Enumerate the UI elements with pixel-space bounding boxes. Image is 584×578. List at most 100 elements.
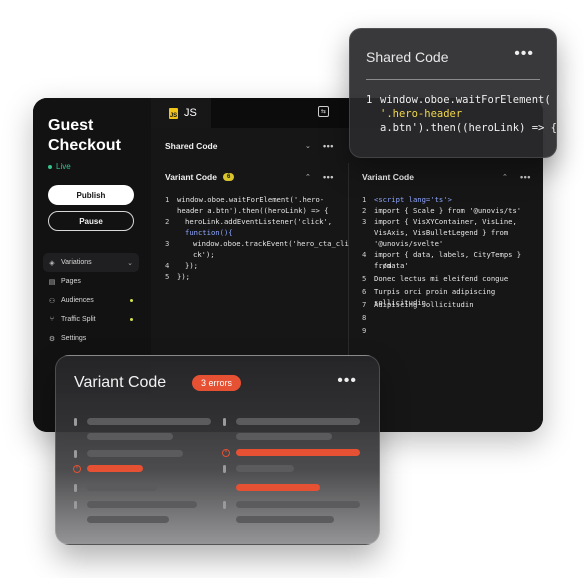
skeleton-line [87,501,197,508]
line-number: 5 [165,272,170,281]
left-code-editor[interactable]: 1 window.oboe.waitForElement('.hero- hea… [165,194,349,294]
split-view-button[interactable]: ⇆ [318,106,329,117]
more-icon[interactable]: ••• [514,45,534,63]
skeleton-line [87,433,173,440]
layers-icon: ◈ [49,259,55,267]
count-badge: 6 [222,173,235,181]
divider [366,79,540,80]
error-icon: × [222,449,230,457]
line-number: 3 [362,217,367,226]
line-marker [74,418,77,426]
split-icon: ⑂ [49,316,55,323]
code-line: }); [177,272,190,281]
line-marker [74,501,77,509]
gear-icon: ⚙ [48,335,56,343]
line-number: 5 [362,274,367,283]
js-file-icon: JS [169,107,178,119]
line-number: 1 [362,195,367,204]
chevron-up-icon[interactable]: ⌃ [305,173,311,181]
sidebar-nav: ◈ Variations ⌄ ▤ Pages ⚇ Audiences ⑂ Tra… [43,253,139,348]
chevron-up-icon[interactable]: ⌃ [502,173,508,181]
line-marker [74,484,77,492]
code-line: a.btn').then((heroLink) => { [380,122,558,134]
skeleton-line [87,516,169,523]
pages-icon: ▤ [48,278,56,286]
section-title: Shared Code [165,141,218,151]
skeleton-line [236,501,360,508]
tab-label: JS [184,107,197,119]
line-number: 1 [366,94,373,106]
code-line: function(){ [185,228,233,237]
line-number: 4 [165,261,170,270]
line-number: 2 [362,206,367,215]
sidebar-item-label: Traffic Split [61,316,96,323]
code-line: window.oboe.waitForElement('.hero- [177,195,325,204]
variant-code-card: Variant Code 3 errors ••• × × [55,355,380,545]
skeleton-line [236,433,332,440]
code-line: <script lang='ts'> [374,195,452,204]
section-title: Variant Code [165,172,217,182]
line-number: 3 [165,239,170,248]
status-badge: Live [48,162,71,171]
error-line [236,449,360,456]
page-title: Guest Checkout [48,116,121,156]
code-line: import { Scale } from '@unovis/ts' [374,206,522,215]
page-title-line1: Guest [48,117,94,134]
code-line: Adipiscing sollicitudin [374,300,474,309]
line-marker [223,501,226,509]
error-icon: × [73,465,81,473]
line-marker [74,450,77,458]
live-dot-icon [48,164,52,169]
more-icon[interactable]: ••• [520,172,531,182]
sidebar-item-audiences[interactable]: ⚇ Audiences [43,291,139,310]
error-line [87,465,143,472]
sidebar-item-traffic-split[interactable]: ⑂ Traffic Split [43,310,139,329]
sidebar-item-label: Pages [61,278,81,285]
code-line: './data' [374,261,409,270]
line-number: 1 [165,195,170,204]
skeleton-line [236,465,294,472]
more-icon[interactable]: ••• [323,141,334,151]
code-line: window.oboe.trackEvent('hero_cta_cli [193,239,349,248]
skeleton-line [87,418,211,425]
code-line: '@unovis/svelte' [374,239,444,248]
code-line: header a.btn').then((heroLink) => { [177,206,329,215]
indicator-dot-icon [130,318,133,321]
skeleton-line [236,418,360,425]
more-icon[interactable]: ••• [337,372,357,390]
sidebar-item-variations[interactable]: ◈ Variations ⌄ [43,253,139,272]
line-number: 4 [362,250,367,259]
skeleton-line [87,484,157,491]
shared-code-header[interactable]: Shared Code ⌄ ••• [165,135,345,157]
line-number: 2 [165,217,170,226]
pause-button[interactable]: Pause [48,211,134,231]
chevron-down-icon[interactable]: ⌄ [305,142,311,150]
line-number: 6 [362,287,367,296]
code-line: window.oboe.waitForElement( [380,94,551,106]
indicator-dot-icon [130,299,133,302]
error-badge[interactable]: 3 errors [192,375,242,391]
chevron-down-icon: ⌄ [127,259,133,267]
card-title: Variant Code [74,374,167,391]
code-line: import { VisXYContainer, VisLine, [374,217,517,226]
code-line: VisAxis, VisBulletLegend } from [374,228,509,237]
left-variant-header: Variant Code 6 ⌃ ••• [165,166,345,188]
line-number: 8 [362,313,367,322]
page-title-line2: Checkout [48,137,121,154]
sidebar-item-pages[interactable]: ▤ Pages [43,272,139,291]
code-line: }); [185,261,198,270]
tab-js[interactable]: JS JS [151,98,211,128]
line-number: 9 [362,326,367,335]
line-marker [223,465,226,473]
more-icon[interactable]: ••• [323,172,334,182]
shared-code-card: Shared Code ••• 1 window.oboe.waitForEle… [349,28,557,158]
right-code-editor[interactable]: 1 <script lang='ts'> 2 import { Scale } … [362,194,542,335]
sidebar-item-settings[interactable]: ⚙ Settings [43,329,139,348]
code-line: Donec lectus mi eleifend congue [374,274,509,283]
line-marker [223,418,226,426]
status-text: Live [56,162,71,171]
publish-button[interactable]: Publish [48,185,134,205]
sidebar-item-label: Variations [61,259,92,266]
error-line [236,484,320,491]
code-line: ck'); [193,250,215,259]
